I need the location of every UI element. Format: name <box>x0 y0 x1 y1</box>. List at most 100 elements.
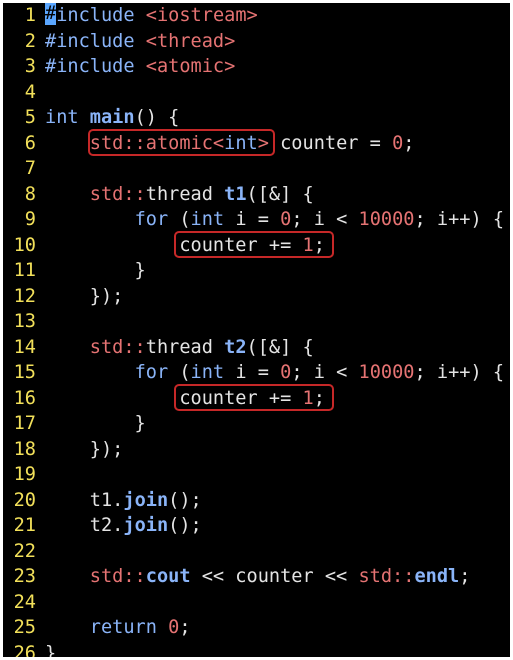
line-number: 23 <box>13 566 36 587</box>
line-number: 14 <box>13 336 36 358</box>
line-number: 6 <box>24 132 36 154</box>
highlight-t1-increment <box>174 231 334 258</box>
code-line[interactable]: 3 #include <atomic> <box>3 54 510 80</box>
line-number: 11 <box>13 260 36 281</box>
code-token: t1. <box>45 489 124 511</box>
code-area[interactable]: 1 #include <iostream> 2 #include <thread> 3 #… <box>3 3 510 657</box>
code-line[interactable]: 7 <box>3 156 510 182</box>
line-number: 10 <box>13 234 36 256</box>
code-line[interactable]: 24 <box>3 590 510 616</box>
code-line[interactable]: 19 <box>3 462 510 488</box>
code-line[interactable]: 15 for (int i = 0; i < 10000; i++) { <box>3 360 510 386</box>
code-editor[interactable]: 1 #include <iostream> 2 #include <thread> 3 #… <box>3 3 510 657</box>
code-line[interactable]: 18 }); <box>3 437 510 463</box>
line-number: 13 <box>13 311 36 332</box>
line-number: 19 <box>13 464 36 485</box>
code-token: } <box>45 413 146 434</box>
code-token: (); <box>168 489 202 511</box>
line-number: 25 <box>13 617 36 638</box>
code-token: main <box>89 107 135 128</box>
code-token: () { <box>134 107 180 128</box>
code-token: include <box>56 5 135 26</box>
line-number: 3 <box>24 56 36 77</box>
code-token: (); <box>168 515 202 536</box>
code-line[interactable]: 14 std::thread t2([&] { <box>3 335 510 361</box>
line-number: 5 <box>24 107 36 128</box>
code-token: <atomic> <box>134 56 236 77</box>
code-token: thread <box>145 183 225 205</box>
code-line[interactable]: 12 }); <box>3 284 510 310</box>
code-token: join <box>123 515 169 536</box>
code-token: ([&] { <box>246 183 314 205</box>
code-token: i = <box>224 362 281 383</box>
code-token: ; i < <box>291 209 359 230</box>
code-line[interactable]: 26} <box>3 641 510 658</box>
code-token: for <box>134 362 169 383</box>
code-line[interactable]: 4 <box>3 80 510 106</box>
code-line[interactable]: 9 for (int i = 0; i < 10000; i++) { <box>3 207 510 233</box>
code-line[interactable]: 13 <box>3 309 510 335</box>
code-token: ; <box>403 132 415 154</box>
code-token: ; i++) { <box>414 362 505 383</box>
code-token: #include <box>45 56 135 77</box>
code-token: std:: <box>45 336 146 358</box>
code-token: std:: <box>45 566 146 587</box>
line-number: 9 <box>24 209 36 230</box>
code-token: 10000 <box>358 362 415 383</box>
code-token: ( <box>168 209 191 230</box>
code-token: } <box>45 260 146 281</box>
code-token: ; <box>459 566 471 587</box>
code-token: std:: <box>358 566 415 587</box>
line-number: 24 <box>13 591 36 613</box>
line-number: 22 <box>13 540 36 562</box>
code-token: t2. <box>45 515 124 536</box>
code-token: 0 <box>168 617 180 638</box>
code-token: #include <box>45 30 135 52</box>
code-token: t1 <box>224 183 247 205</box>
line-number: 7 <box>24 158 36 179</box>
code-line[interactable]: 5 int main() { <box>3 105 510 131</box>
code-token: endl <box>414 566 460 587</box>
code-token: ; i++) { <box>414 209 505 230</box>
code-line[interactable]: 25 return 0; <box>3 615 510 641</box>
code-token: 0 <box>280 362 292 383</box>
line-number: 15 <box>13 362 36 383</box>
code-line[interactable]: 2 #include <thread> <box>3 29 510 55</box>
code-line[interactable]: 22 <box>3 539 510 565</box>
highlight-t2-increment <box>174 384 334 411</box>
line-number: 20 <box>13 489 36 511</box>
code-token: 10000 <box>358 209 415 230</box>
code-line[interactable]: 8 std::thread t1([&] { <box>3 182 510 208</box>
code-token: int <box>190 362 225 383</box>
code-token: cout <box>145 566 191 587</box>
code-token: ; i < <box>291 362 359 383</box>
code-token: } <box>45 642 57 658</box>
code-token: thread <box>145 336 225 358</box>
code-token: for <box>134 209 169 230</box>
code-token: ([&] { <box>246 336 314 358</box>
code-token: 0 <box>280 209 292 230</box>
code-line[interactable]: 11 } <box>3 258 510 284</box>
line-number: 21 <box>13 515 36 536</box>
highlight-atomic-declaration <box>88 129 275 156</box>
code-token: i = <box>224 209 281 230</box>
code-line[interactable]: 1 #include <iostream> <box>3 3 510 29</box>
code-token: <thread> <box>134 30 236 52</box>
line-number: 1 <box>24 5 36 26</box>
code-token: }); <box>45 285 124 307</box>
code-line[interactable]: 21 t2.join(); <box>3 513 510 539</box>
code-line[interactable]: 20 t1.join(); <box>3 488 510 514</box>
code-token: <iostream> <box>134 5 258 26</box>
code-token: join <box>123 489 169 511</box>
code-token: counter = <box>268 132 393 154</box>
code-token: 0 <box>392 132 404 154</box>
code-line[interactable]: 23 std::cout << counter << std::endl; <box>3 564 510 590</box>
line-number: 18 <box>13 438 36 460</box>
code-line[interactable]: 17 } <box>3 411 510 437</box>
code-token: }); <box>45 438 124 460</box>
